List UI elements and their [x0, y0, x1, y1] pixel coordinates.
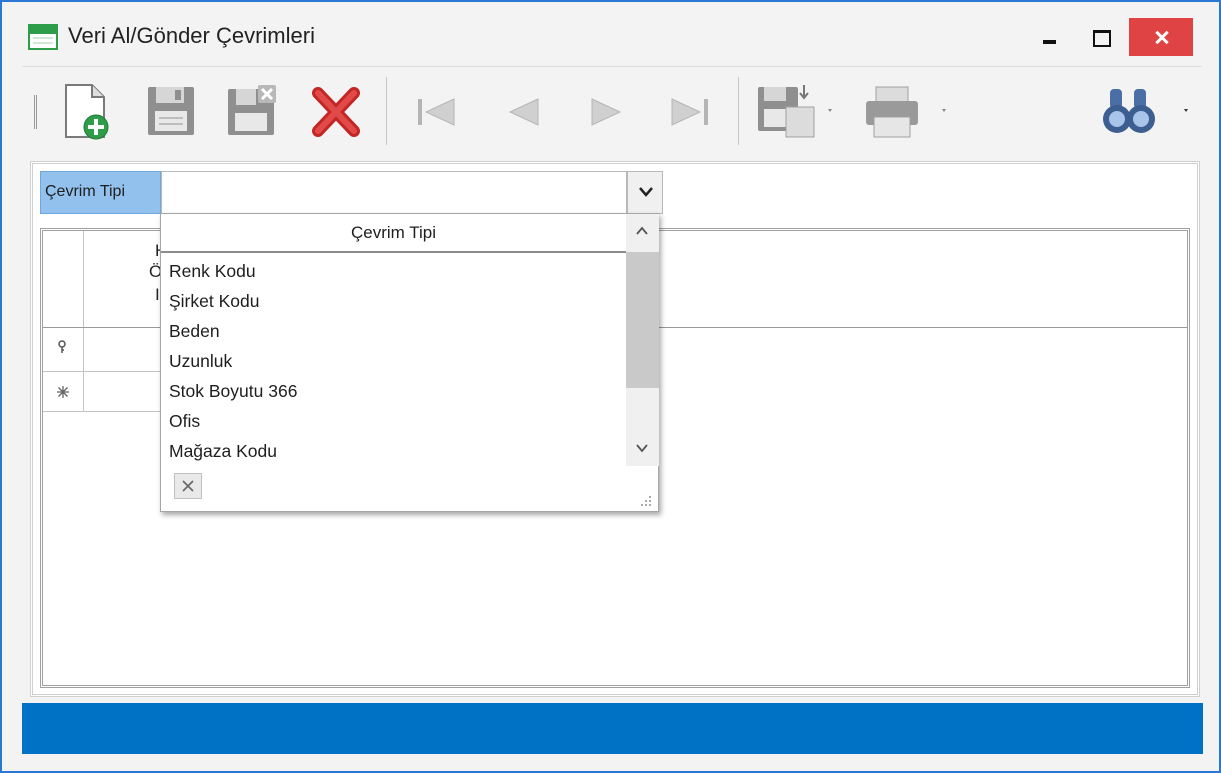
list-item[interactable]: Ofis [161, 406, 626, 436]
popup-list: Renk Kodu Şirket Kodu Beden Uzunluk Stok… [161, 256, 626, 466]
chevron-down-icon [639, 187, 653, 197]
grid-row-divider [43, 411, 83, 412]
next-record-button[interactable] [574, 81, 636, 143]
printer-icon [866, 86, 946, 138]
popup-column-header[interactable]: Çevrim Tipi [161, 214, 626, 253]
new-row-icon [57, 386, 69, 401]
status-bar [22, 703, 1203, 754]
list-item[interactable]: Beden [161, 316, 626, 346]
app-window: Veri Al/Gönder Çevrimleri Çevrim Tipi Ö … [0, 0, 1221, 773]
new-record-button[interactable] [58, 81, 120, 143]
first-record-button[interactable] [408, 81, 470, 143]
resize-grip-icon[interactable] [639, 494, 653, 508]
chevron-down-icon [636, 444, 648, 453]
first-record-icon [418, 98, 455, 126]
list-item[interactable]: Stok Boyutu 366 [161, 376, 626, 406]
last-record-button[interactable] [658, 81, 720, 143]
scroll-down-button[interactable] [626, 432, 659, 466]
list-item[interactable]: Uzunluk [161, 346, 626, 376]
list-item[interactable]: Mağaza Kodu [161, 436, 626, 466]
toolbar-separator [738, 77, 739, 145]
popup-scrollbar[interactable] [626, 214, 659, 466]
search-button[interactable] [1100, 81, 1190, 143]
delete-button[interactable] [306, 81, 368, 143]
window-title: Veri Al/Gönder Çevrimleri [68, 23, 315, 48]
key-icon [57, 340, 67, 357]
print-button[interactable] [862, 81, 952, 143]
export-icon [758, 85, 832, 138]
save-close-icon [228, 85, 276, 135]
cevrim-tipi-input[interactable] [161, 171, 627, 214]
list-item[interactable]: Şirket Kodu [161, 286, 626, 316]
binoculars-icon [1103, 89, 1188, 133]
previous-record-button[interactable] [494, 81, 556, 143]
list-item[interactable]: Renk Kodu [161, 256, 626, 286]
dropdown-button[interactable] [627, 171, 663, 214]
minimize-button[interactable] [1025, 18, 1073, 56]
title-bar[interactable]: Veri Al/Gönder Çevrimleri [2, 2, 1219, 64]
next-record-icon [591, 98, 622, 126]
maximize-button[interactable] [1076, 18, 1124, 56]
save-button[interactable] [142, 81, 204, 143]
delete-x-icon [312, 87, 360, 137]
close-icon [182, 480, 194, 492]
export-button[interactable] [754, 81, 834, 143]
chevron-up-icon [636, 226, 648, 235]
last-record-icon [671, 98, 708, 126]
grid-row-divider [83, 411, 163, 412]
cevrim-tipi-label: Çevrim Tipi [40, 171, 161, 214]
grid-row-divider [83, 371, 163, 372]
form-icon [28, 24, 58, 50]
scroll-thumb[interactable] [626, 252, 659, 388]
save-and-close-button[interactable] [222, 81, 284, 143]
toolbar [22, 66, 1202, 154]
floppy-disk-icon [148, 87, 194, 135]
close-button[interactable] [1129, 18, 1193, 56]
clear-button[interactable] [174, 473, 202, 499]
lookup-popup: Çevrim Tipi Renk Kodu Şirket Kodu Beden … [160, 213, 659, 512]
new-document-icon [65, 84, 109, 140]
grid-row-divider [43, 371, 83, 372]
toolbar-separator [386, 77, 387, 145]
scroll-up-button[interactable] [626, 214, 659, 248]
previous-record-icon [508, 98, 539, 126]
toolbar-grip[interactable] [34, 95, 37, 129]
grid-column-divider [83, 231, 84, 411]
